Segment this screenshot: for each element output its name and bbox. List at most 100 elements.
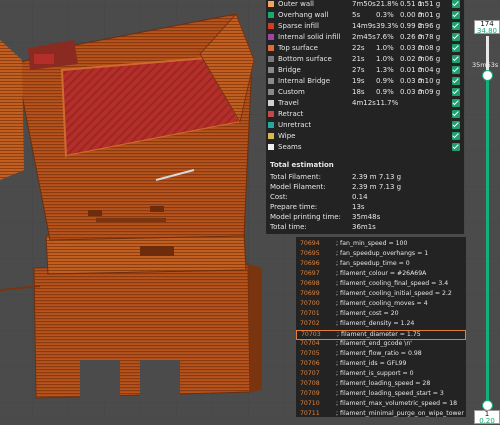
feature-visibility-checkbox[interactable] [452, 11, 460, 19]
gcode-line[interactable]: 70702 ; filament_density = 1.24 [296, 320, 466, 330]
total-estimation-title: Total estimation [270, 161, 334, 169]
feature-color-swatch [268, 56, 274, 62]
feature-visibility-checkbox[interactable] [452, 0, 460, 8]
gcode-line[interactable]: 70696 ; fan_speedup_time = 0 [296, 260, 466, 270]
feature-weight: 0.08 g [418, 44, 441, 52]
gcode-line-text: ; fan_speedup_time = 0 [336, 260, 410, 267]
feature-visibility-checkbox[interactable] [452, 88, 460, 96]
feature-percent: 21.8% [376, 0, 399, 8]
gcode-line[interactable]: 70707 ; filament_is_support = 0 [296, 370, 466, 380]
gcode-line[interactable]: 70709 ; filament_loading_speed_start = 3 [296, 390, 466, 400]
feature-name: Retract [278, 110, 304, 118]
gcode-line-text: ; filament_cooling_final_speed = 3.4 [336, 280, 449, 287]
feature-name: Sparse infill [278, 22, 319, 30]
feature-color-swatch [268, 89, 274, 95]
gcode-line[interactable]: 70710 ; filament_max_volumetric_speed = 1… [296, 400, 466, 410]
gcode-line-number: 70708 [300, 380, 320, 387]
feature-percent: 39.3% [376, 22, 399, 30]
feature-color-swatch [268, 67, 274, 73]
gcode-line-text: ; filament_flow_ratio = 0.98 [336, 350, 422, 357]
feature-visibility-checkbox[interactable] [452, 33, 460, 41]
top-layer-value-box[interactable]: 174 34.80 [474, 20, 500, 35]
gcode-line[interactable]: 70700 ; filament_cooling_moves = 4 [296, 300, 466, 310]
feature-weight: 0.78 g [418, 33, 441, 41]
feature-name: Outer wall [278, 0, 315, 8]
feature-name: Overhang wall [278, 11, 329, 19]
layer-slider[interactable]: 174 34.80 35m53s 1 0.20 [472, 12, 500, 425]
gcode-line[interactable]: 70705 ; filament_flow_ratio = 0.98 [296, 350, 466, 360]
feature-percent: 1.0% [376, 55, 394, 63]
feature-visibility-checkbox[interactable] [452, 22, 460, 30]
gcode-line[interactable]: 70699 ; filament_cooling_initial_speed = … [296, 290, 466, 300]
gcode-line-text: ; filament_ids = GFL99 [336, 360, 407, 367]
gcode-line-number: 70705 [300, 350, 320, 357]
bottom-layer-value-box[interactable]: 1 0.20 [474, 410, 500, 425]
feature-weight: 2.96 g [418, 22, 441, 30]
feature-percent: 0.9% [376, 88, 394, 96]
gcode-line-number: 70698 [300, 280, 320, 287]
feature-visibility-checkbox[interactable] [452, 77, 460, 85]
gcode-line-text: ; filament_colour = #26A69A [336, 270, 427, 277]
gcode-line[interactable]: 70698 ; filament_cooling_final_speed = 3.… [296, 280, 466, 290]
feature-visibility-checkbox[interactable] [452, 121, 460, 129]
feature-color-swatch [268, 12, 274, 18]
gcode-line-number: 70702 [300, 320, 320, 327]
feature-visibility-checkbox[interactable] [452, 132, 460, 140]
estimation-value: 13s [352, 203, 365, 211]
estimation-label: Cost: [270, 193, 288, 201]
gcode-line[interactable]: 70694 ; fan_min_speed = 100 [296, 240, 466, 250]
feature-row: Overhang wall 5s 0.3% 0.00 m 0.01 g [266, 10, 464, 21]
estimation-label: Model Filament: [270, 183, 326, 191]
feature-time: 18s [352, 88, 365, 96]
gcode-viewer[interactable]: 70694 ; fan_min_speed = 100 70695 ; fan_spe… [296, 237, 466, 417]
feature-time: 22s [352, 44, 365, 52]
feature-row: Top surface 22s 1.0% 0.03 m 0.08 g [266, 43, 464, 54]
feature-visibility-checkbox[interactable] [452, 66, 460, 74]
gcode-line-number: 70704 [300, 340, 320, 347]
feature-visibility-checkbox[interactable] [452, 55, 460, 63]
gcode-line-number: 70700 [300, 300, 320, 307]
gcode-line[interactable]: 70704 ; filament_end_gcode \n' [296, 340, 466, 350]
layer-time-label: 35m53s [472, 61, 499, 69]
estimation-value: 35m48s [352, 213, 381, 221]
feature-row: Bottom surface 21s 1.0% 0.02 m 0.06 g [266, 54, 464, 65]
gcode-line-number: 70699 [300, 290, 320, 297]
feature-percent: 0.3% [376, 11, 394, 19]
gcode-line-number: 70706 [300, 360, 320, 367]
gcode-line[interactable]: 70697 ; filament_colour = #26A69A [296, 270, 466, 280]
feature-name: Wipe [278, 132, 296, 140]
gcode-line-number: 70695 [300, 250, 320, 257]
top-layer-handle[interactable] [482, 70, 493, 81]
feature-color-swatch [268, 34, 274, 40]
feature-visibility-checkbox[interactable] [452, 99, 460, 107]
feature-row: Outer wall 7m50s 21.8% 0.51 m 1.51 g [266, 0, 464, 10]
gcode-line-text: ; filament_diameter = 1.75 [337, 331, 421, 338]
feature-name: Bridge [278, 66, 301, 74]
gcode-line-number: 70709 [300, 390, 320, 397]
gcode-line-text: ; filament_density = 1.24 [336, 320, 415, 327]
feature-row: Sparse infill 14m9s 39.3% 0.99 m 2.96 g [266, 21, 464, 32]
gcode-line-text: ; filament_is_support = 0 [336, 370, 414, 377]
feature-time: 2m45s [352, 33, 376, 41]
feature-color-swatch [268, 23, 274, 29]
feature-percent: 1.0% [376, 44, 394, 52]
gcode-line[interactable]: 70701 ; filament_cost = 20 [296, 310, 466, 320]
gcode-line[interactable]: 70708 ; filament_loading_speed = 28 [296, 380, 466, 390]
gcode-line-number: 70710 [300, 400, 320, 407]
feature-row: Unretract [266, 120, 464, 131]
feature-time: 27s [352, 66, 365, 74]
estimation-label: Prepare time: [270, 203, 318, 211]
estimation-value: 0.14 [352, 193, 368, 201]
feature-weight: 0.09 g [418, 88, 441, 96]
gcode-line-number: 70703 [301, 331, 321, 338]
gcode-line[interactable]: 70695 ; fan_speedup_overhangs = 1 [296, 250, 466, 260]
feature-time: 7m50s [352, 0, 376, 8]
feature-visibility-checkbox[interactable] [452, 143, 460, 151]
feature-visibility-checkbox[interactable] [452, 44, 460, 52]
gcode-line[interactable]: 70706 ; filament_ids = GFL99 [296, 360, 466, 370]
feature-color-swatch [268, 122, 274, 128]
feature-row: Seams [266, 142, 464, 153]
gcode-line-current[interactable]: 70703 ; filament_diameter = 1.75 [296, 330, 466, 340]
feature-visibility-checkbox[interactable] [452, 110, 460, 118]
gcode-line[interactable]: 70711 ; filament_minimal_purge_on_wipe_to… [296, 410, 466, 417]
